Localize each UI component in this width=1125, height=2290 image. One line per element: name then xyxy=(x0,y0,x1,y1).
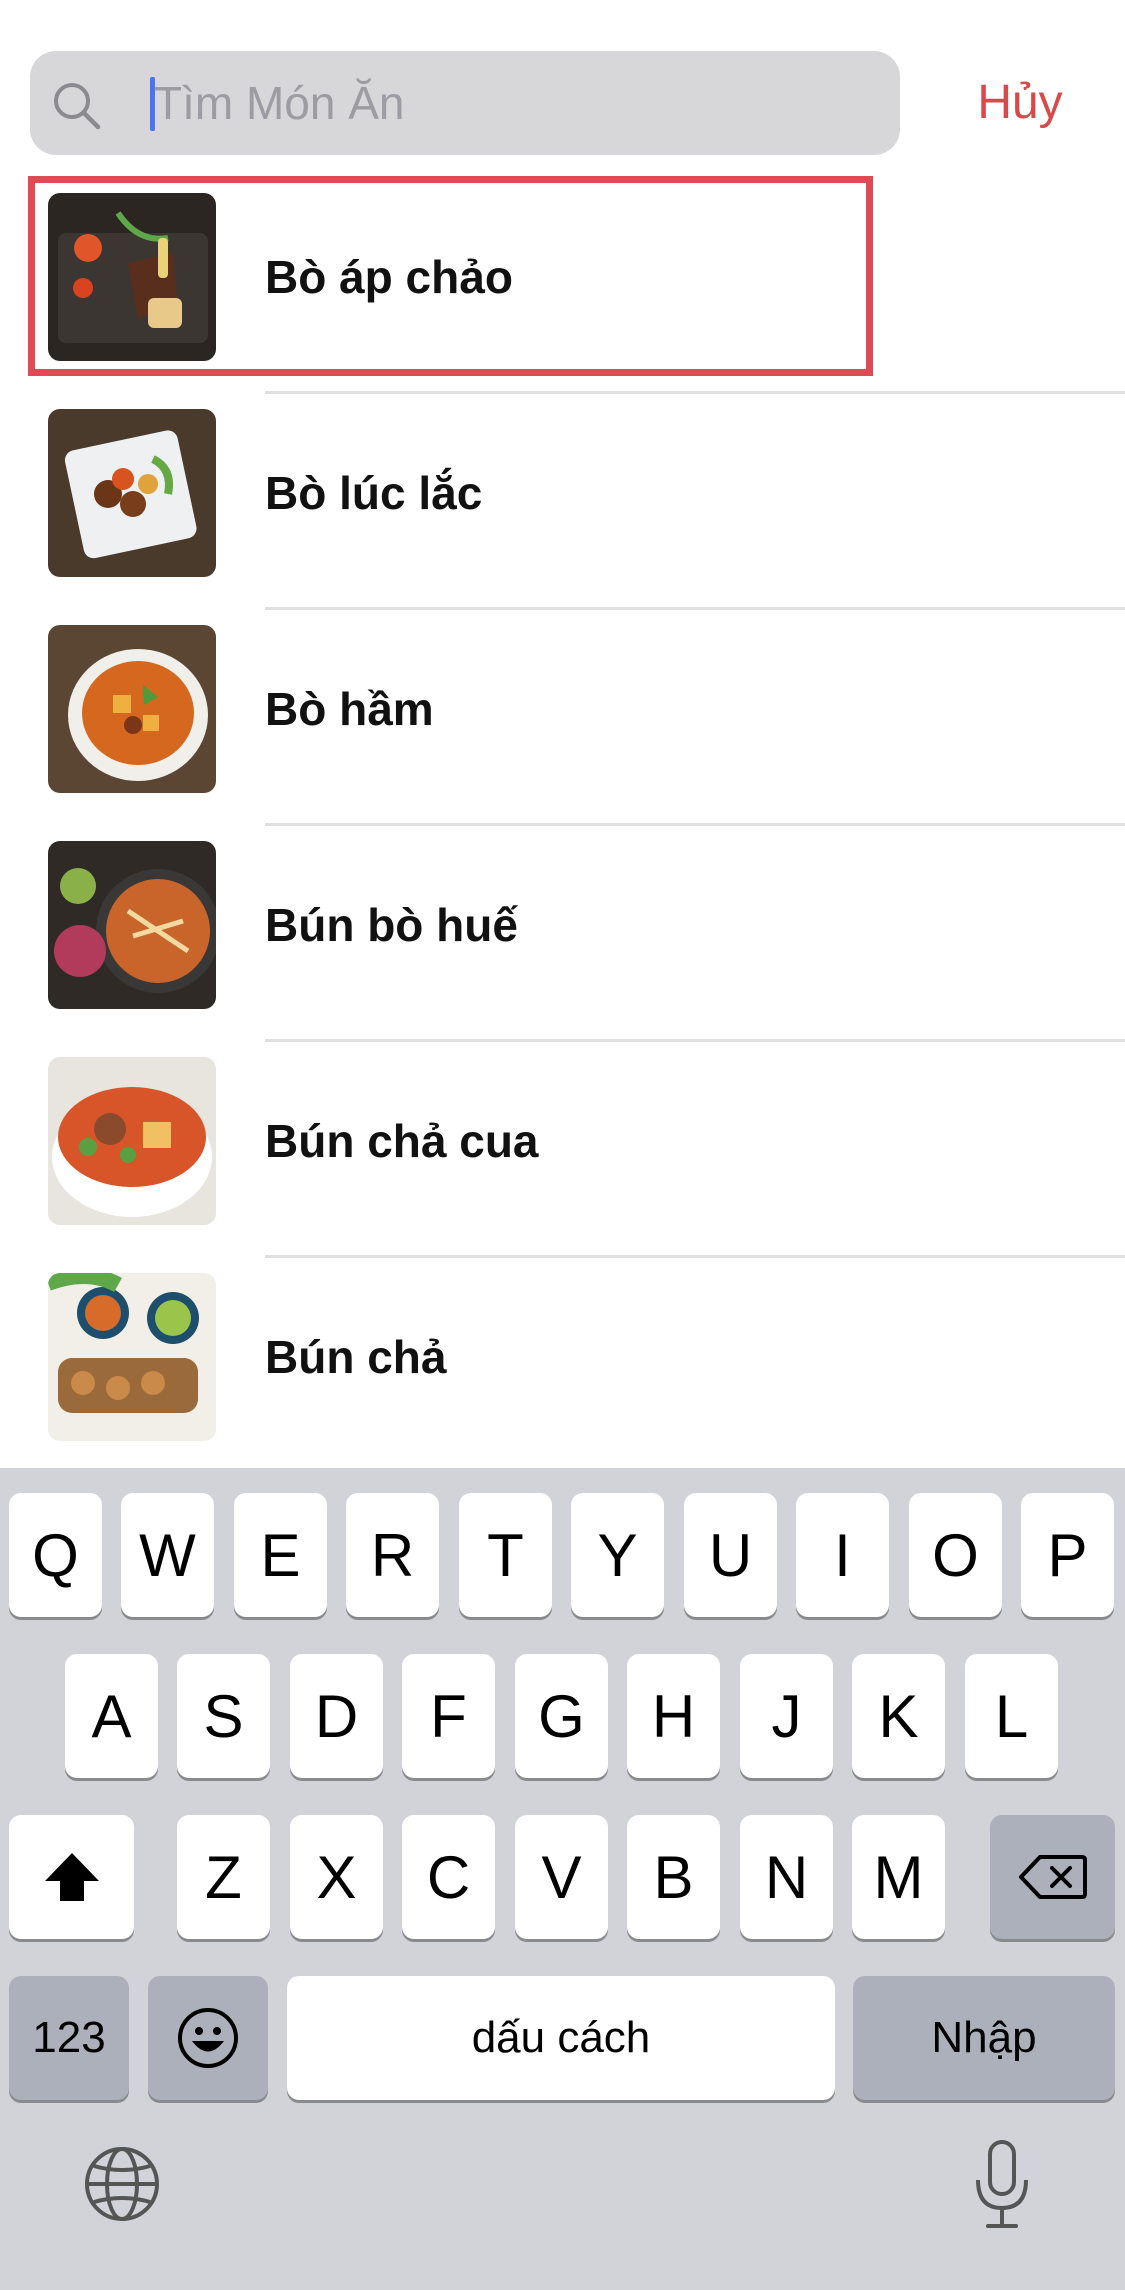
key-b[interactable]: B xyxy=(627,1815,720,1939)
key-k[interactable]: K xyxy=(852,1654,945,1778)
key-r[interactable]: R xyxy=(346,1493,439,1617)
keyboard: Q W E R T Y U I O P A S D F G H J K L Z … xyxy=(0,1468,1125,2290)
food-name: Bò lúc lắc xyxy=(265,467,483,519)
food-name: Bún chả cua xyxy=(265,1115,539,1167)
food-name: Bún bò huế xyxy=(265,899,518,951)
key-w[interactable]: W xyxy=(121,1493,214,1617)
food-thumbnail xyxy=(48,1273,216,1441)
food-name: Bò hầm xyxy=(265,683,434,735)
key-g[interactable]: G xyxy=(515,1654,608,1778)
list-item[interactable]: Bún chả xyxy=(0,1258,1125,1474)
search-icon xyxy=(54,83,101,130)
key-p[interactable]: P xyxy=(1021,1493,1114,1617)
emoji-key[interactable] xyxy=(148,1976,268,2100)
delete-icon xyxy=(1018,1855,1087,1899)
key-o[interactable]: O xyxy=(909,1493,1002,1617)
list-item[interactable]: Bò áp chảo xyxy=(0,178,1125,394)
key-j[interactable]: J xyxy=(740,1654,833,1778)
delete-key[interactable] xyxy=(990,1815,1115,1939)
return-key[interactable]: Nhập xyxy=(853,1976,1115,2100)
key-i[interactable]: I xyxy=(796,1493,889,1617)
key-m[interactable]: M xyxy=(852,1815,945,1939)
food-thumbnail xyxy=(48,193,216,361)
food-thumbnail xyxy=(48,625,216,793)
shift-key[interactable] xyxy=(9,1815,134,1939)
list-item[interactable]: Bún bò huế xyxy=(0,826,1125,1042)
key-t[interactable]: T xyxy=(459,1493,552,1617)
key-u[interactable]: U xyxy=(684,1493,777,1617)
food-name: Bún chả xyxy=(265,1331,447,1383)
key-f[interactable]: F xyxy=(402,1654,495,1778)
globe-icon[interactable] xyxy=(82,2144,162,2224)
list-item[interactable]: Bò hầm xyxy=(0,610,1125,826)
food-thumbnail xyxy=(48,1057,216,1225)
food-list: Bò áp chảo Bò lúc lắc Bò hầm Bún bò huế … xyxy=(0,178,1125,1474)
key-d[interactable]: D xyxy=(290,1654,383,1778)
key-h[interactable]: H xyxy=(627,1654,720,1778)
key-x[interactable]: X xyxy=(290,1815,383,1939)
food-name: Bò áp chảo xyxy=(265,251,513,303)
search-bar[interactable] xyxy=(30,51,900,155)
shift-icon xyxy=(44,1853,99,1901)
list-item[interactable]: Bò lúc lắc xyxy=(0,394,1125,610)
key-v[interactable]: V xyxy=(515,1815,608,1939)
key-n[interactable]: N xyxy=(740,1815,833,1939)
food-thumbnail xyxy=(48,841,216,1009)
key-y[interactable]: Y xyxy=(571,1493,664,1617)
key-a[interactable]: A xyxy=(65,1654,158,1778)
list-item[interactable]: Bún chả cua xyxy=(0,1042,1125,1258)
key-z[interactable]: Z xyxy=(177,1815,270,1939)
key-e[interactable]: E xyxy=(234,1493,327,1617)
key-s[interactable]: S xyxy=(177,1654,270,1778)
food-thumbnail xyxy=(48,409,216,577)
space-key[interactable]: dấu cách xyxy=(287,1976,835,2100)
emoji-icon xyxy=(178,2008,238,2068)
key-l[interactable]: L xyxy=(965,1654,1058,1778)
microphone-icon[interactable] xyxy=(972,2138,1032,2234)
key-c[interactable]: C xyxy=(402,1815,495,1939)
search-input[interactable] xyxy=(154,51,874,155)
key-q[interactable]: Q xyxy=(9,1493,102,1617)
cancel-button[interactable]: Hủy xyxy=(940,60,1100,144)
numbers-key[interactable]: 123 xyxy=(9,1976,129,2100)
